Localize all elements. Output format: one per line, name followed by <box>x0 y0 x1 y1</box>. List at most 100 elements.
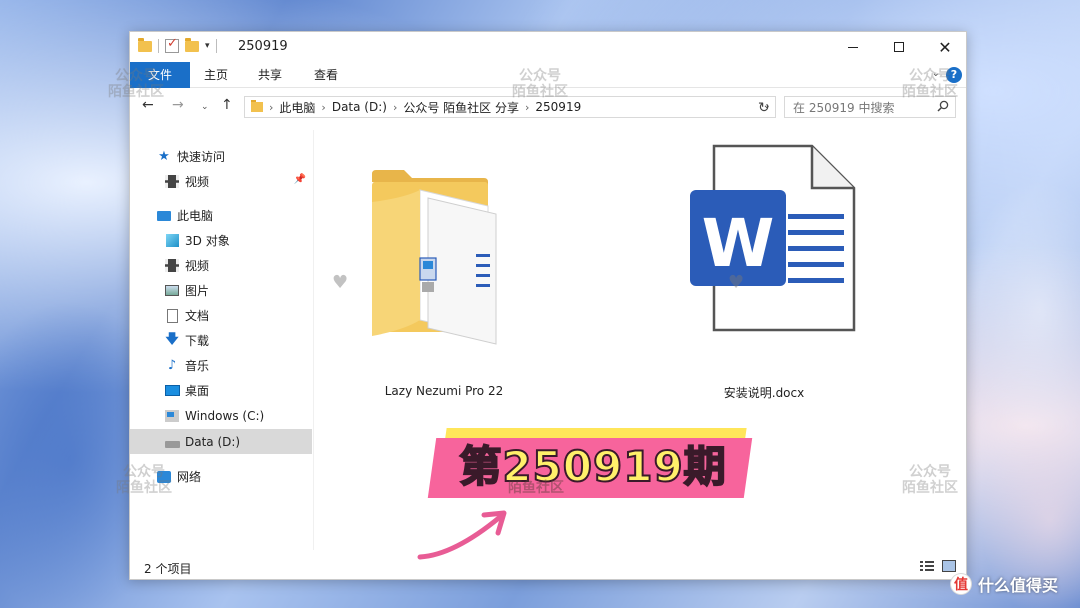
search-input[interactable]: 在 250919 中搜索 <box>784 96 956 118</box>
sidebar-item-label: Data (D:) <box>185 434 241 449</box>
sidebar-item-windows-drive[interactable]: Windows (C:) <box>130 403 312 428</box>
sidebar-item-label: 桌面 <box>185 384 210 398</box>
sidebar-item-music[interactable]: ♪ 音乐 <box>130 353 312 378</box>
network-icon <box>156 469 172 485</box>
sidebar-item-label: 文档 <box>185 309 210 323</box>
sidebar-item-videos-pinned[interactable]: 视频 📌 <box>130 169 312 194</box>
properties-icon[interactable] <box>165 36 179 53</box>
tab-view[interactable]: 查看 <box>306 62 346 88</box>
video-icon <box>164 174 180 190</box>
window-title: 250919 <box>238 39 288 54</box>
search-icon <box>937 100 949 112</box>
maximize-icon <box>894 42 904 52</box>
brand-watermark: 值 什么值得买 <box>950 572 1058 596</box>
tab-share[interactable]: 共享 <box>250 62 290 88</box>
forward-arrow-icon[interactable]: → <box>172 97 184 113</box>
close-button[interactable]: ✕ <box>922 32 968 62</box>
sidebar-item-quick-access[interactable]: ★ 快速访问 <box>130 144 312 169</box>
download-icon: 🡇 <box>165 331 179 347</box>
sidebar-item-downloads[interactable]: 🡇 下载 <box>130 328 312 353</box>
new-folder-icon[interactable] <box>185 37 199 52</box>
computer-icon <box>156 208 172 224</box>
pin-icon: 📌 <box>293 174 306 185</box>
sidebar-item-label: 视频 <box>185 175 210 189</box>
sidebar-item-label: 图片 <box>185 284 210 298</box>
chevron-right-icon[interactable]: › <box>269 101 273 114</box>
address-bar[interactable]: › 此电脑 › Data (D:) › 公众号 陌鱼社区 分享 › 250919… <box>244 96 776 118</box>
sidebar-item-label: 快速访问 <box>177 150 226 164</box>
tab-home[interactable]: 主页 <box>196 62 236 88</box>
sidebar-item-network[interactable]: 网络 <box>130 464 312 489</box>
quick-access-toolbar: ▾ <box>138 36 217 53</box>
minimize-icon <box>848 46 858 48</box>
desktop-icon <box>164 383 180 399</box>
maximize-button[interactable] <box>876 32 922 62</box>
search-placeholder: 在 250919 中搜索 <box>793 100 895 115</box>
star-icon: ★ <box>158 149 170 164</box>
ribbon-tabs: 文件 主页 共享 查看 ⌄ ? <box>130 62 966 88</box>
customize-toolbar-caret-icon[interactable]: ▾ <box>205 41 210 51</box>
refresh-icon[interactable]: ↻ <box>758 100 770 116</box>
chevron-right-icon[interactable]: › <box>393 101 397 114</box>
large-icons-view-icon[interactable] <box>942 560 956 572</box>
breadcrumb-current-folder[interactable]: 250919 <box>535 100 581 114</box>
issue-banner: 第250919期 <box>427 428 754 502</box>
breadcrumb-share-folder[interactable]: 公众号 陌鱼社区 分享 <box>403 99 519 116</box>
folder-icon[interactable] <box>138 37 152 52</box>
sidebar-item-this-pc[interactable]: 此电脑 <box>130 203 312 228</box>
sidebar-item-label: 音乐 <box>185 359 210 373</box>
back-arrow-icon[interactable]: ← <box>142 97 154 113</box>
sidebar-item-3d-objects[interactable]: 3D 对象 <box>130 228 312 253</box>
expand-ribbon-icon[interactable]: ⌄ <box>932 68 940 79</box>
sidebar-item-label: 3D 对象 <box>185 234 230 248</box>
folder-icon <box>372 170 497 345</box>
brand-text: 什么值得买 <box>978 576 1059 595</box>
help-button[interactable]: ? <box>946 67 962 83</box>
tab-file[interactable]: 文件 <box>130 62 190 88</box>
heart-icon: ♥ <box>728 272 745 293</box>
sidebar-item-label: 视频 <box>185 259 210 273</box>
sidebar-item-data-drive[interactable]: Data (D:) <box>130 429 312 454</box>
background-shape <box>960 180 1080 440</box>
file-name: 安装说明.docx <box>723 386 805 400</box>
sidebar-item-label: Windows (C:) <box>185 408 265 423</box>
file-item-docx[interactable]: W 安装说明.docx <box>654 144 874 400</box>
breadcrumb-this-pc[interactable]: 此电脑 <box>279 99 315 116</box>
sidebar-item-videos[interactable]: 视频 <box>130 253 312 278</box>
chevron-right-icon[interactable]: › <box>321 101 325 114</box>
windows-drive-icon <box>164 408 180 424</box>
music-icon: ♪ <box>167 358 177 373</box>
recent-locations-chevron-icon[interactable]: ⌄ <box>201 102 209 112</box>
drive-icon <box>164 434 180 450</box>
details-view-icon[interactable] <box>920 560 934 572</box>
separator <box>215 39 217 53</box>
video-icon <box>164 258 180 274</box>
title-bar: ▾ 250919 ✕ <box>130 32 966 62</box>
document-icon <box>164 308 180 324</box>
navigation-pane: ★ 快速访问 视频 📌 此电脑 3D 对象 视频 图片 文档 🡇 下载 ♪ 音乐… <box>130 130 312 550</box>
heart-icon: ♥ <box>332 272 349 293</box>
breadcrumb-data-drive[interactable]: Data (D:) <box>332 100 387 114</box>
up-arrow-icon[interactable]: ↑ <box>221 97 233 113</box>
picture-icon <box>164 283 180 299</box>
sidebar-item-pictures[interactable]: 图片 <box>130 278 312 303</box>
brand-logo-icon: 值 <box>950 573 972 595</box>
folder-icon <box>251 100 263 112</box>
minimize-button[interactable] <box>830 32 876 62</box>
curved-arrow-icon <box>417 510 507 560</box>
sidebar-item-documents[interactable]: 文档 <box>130 303 312 328</box>
status-bar: 2 个项目 <box>130 554 966 580</box>
banner-text: 第250919期 <box>458 441 727 492</box>
sidebar-item-label: 此电脑 <box>177 209 214 223</box>
sidebar-item-label: 网络 <box>177 470 202 484</box>
sidebar-item-desktop[interactable]: 桌面 <box>130 378 312 403</box>
file-name: Lazy Nezumi Pro 22 <box>384 384 504 398</box>
sidebar-item-label: 下载 <box>185 334 210 348</box>
chevron-right-icon[interactable]: › <box>525 101 529 114</box>
item-count: 2 个项目 <box>144 562 192 576</box>
file-item-folder[interactable]: Lazy Nezumi Pro 22 <box>364 154 524 398</box>
word-document-icon: W <box>690 144 856 332</box>
cube-icon <box>164 233 180 249</box>
address-row: ← → ⌄ ↑ › 此电脑 › Data (D:) › 公众号 陌鱼社区 分享 … <box>130 94 966 120</box>
separator <box>158 39 159 53</box>
